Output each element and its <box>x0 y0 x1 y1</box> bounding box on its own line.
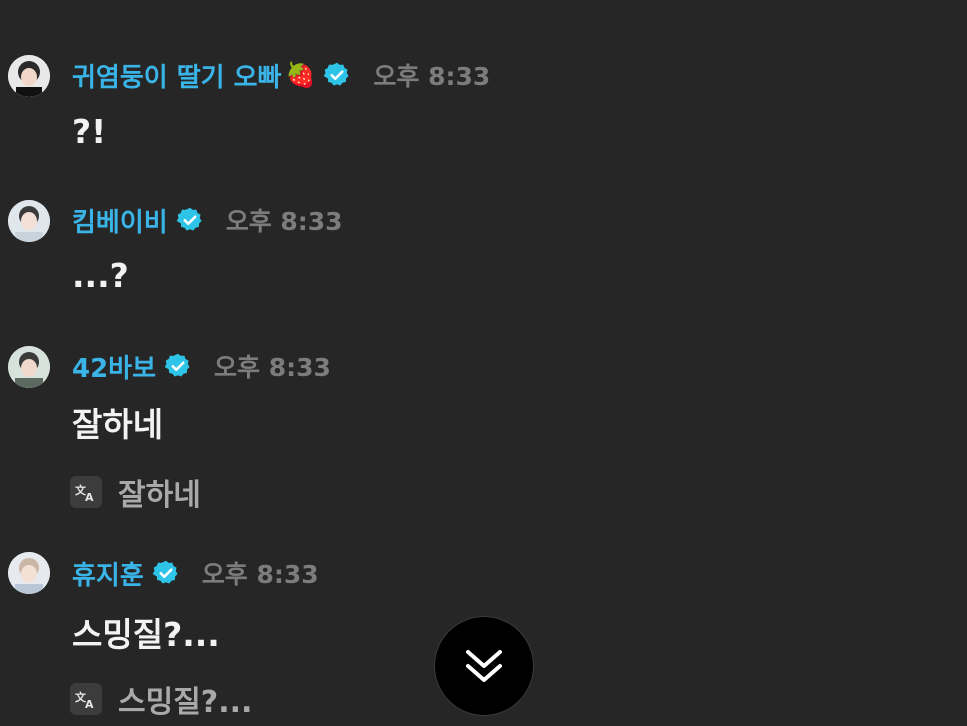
message-text: 잘하네 <box>72 405 164 444</box>
message-header: 휴지훈 오후 8:33 <box>72 555 319 591</box>
message-text: 스밍질?... <box>72 615 220 654</box>
message-text: ?! <box>72 112 107 151</box>
author-name[interactable]: 킴베이비 <box>72 202 168 239</box>
message-time: 오후 8:33 <box>201 560 319 589</box>
translation-row[interactable]: 文 A 잘하네 <box>70 470 201 514</box>
verified-badge-icon <box>324 62 349 86</box>
message-time: 오후 8:33 <box>373 62 491 91</box>
translation-row[interactable]: 文 A 스밍질?... <box>70 677 252 721</box>
message-time: 오후 8:33 <box>225 207 343 236</box>
author-name[interactable]: 귀염둥이 딸기 오빠 <box>72 57 281 94</box>
svg-text:A: A <box>85 491 94 502</box>
avatar[interactable] <box>8 55 50 97</box>
double-chevron-down-icon <box>466 650 502 682</box>
avatar[interactable] <box>8 346 50 388</box>
avatar[interactable] <box>8 200 50 242</box>
message-header: 42바보 오후 8:33 <box>72 348 331 384</box>
translated-text: 잘하네 <box>118 478 201 513</box>
translate-icon: 文 A <box>70 476 102 508</box>
author-name[interactable]: 42바보 <box>72 348 156 385</box>
svg-text:A: A <box>85 698 94 709</box>
message-time: 오후 8:33 <box>214 353 331 382</box>
scroll-to-bottom-button[interactable] <box>434 616 534 716</box>
message-text: ...? <box>72 256 129 295</box>
verified-badge-icon <box>152 560 178 584</box>
message-header: 킴베이비 오후 8:33 <box>72 202 343 238</box>
verified-badge-icon <box>164 353 190 377</box>
message-header: 귀염둥이 딸기 오빠 🍓 오후 8:33 <box>72 57 490 93</box>
translate-icon: 文 A <box>70 683 102 715</box>
verified-badge-icon <box>176 207 202 231</box>
author-name[interactable]: 휴지훈 <box>72 555 144 592</box>
strawberry-emoji: 🍓 <box>285 61 316 89</box>
translated-text: 스밍질?... <box>118 685 253 720</box>
avatar[interactable] <box>8 552 50 594</box>
